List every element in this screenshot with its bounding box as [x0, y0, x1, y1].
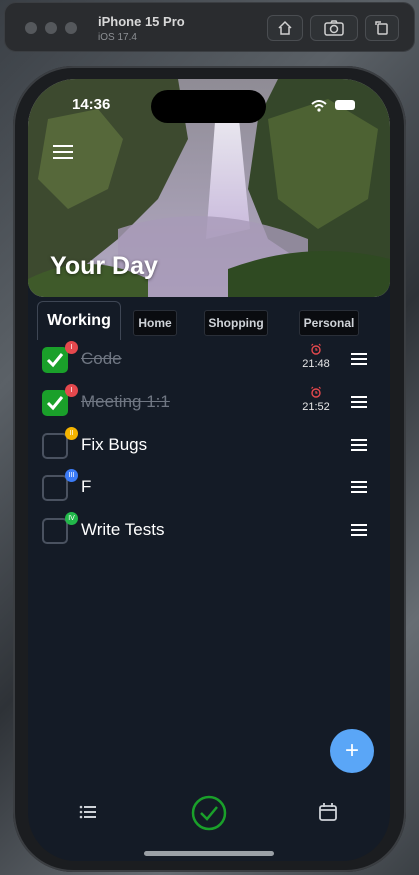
task-checkbox[interactable]	[42, 390, 68, 416]
drag-handle-icon[interactable]	[351, 481, 367, 496]
task-checkbox[interactable]	[42, 433, 68, 459]
drag-handle-icon[interactable]	[351, 353, 367, 368]
priority-badge: I	[65, 341, 78, 354]
priority-badge: III	[65, 469, 78, 482]
minimize-window-dot[interactable]	[45, 22, 57, 34]
os-version: iOS 17.4	[98, 32, 137, 43]
tab-shopping[interactable]: Shopping	[204, 310, 268, 336]
drag-handle-icon[interactable]	[351, 524, 367, 539]
wifi-icon	[311, 100, 327, 112]
task-checkbox[interactable]	[42, 518, 68, 544]
alarm-time: 21:52	[302, 401, 330, 413]
task-alarm[interactable]: 21:52	[299, 386, 333, 413]
calendar-icon[interactable]	[318, 802, 338, 822]
task-row[interactable]: I Meeting 1:1 21:52	[28, 384, 390, 426]
rotate-button[interactable]	[365, 15, 399, 41]
priority-badge: I	[65, 384, 78, 397]
drag-handle-icon[interactable]	[351, 396, 367, 411]
task-checkbox[interactable]	[42, 475, 68, 501]
checkmark-circle-icon[interactable]	[191, 795, 227, 831]
hero-image: 14:36 Your Day	[28, 79, 390, 297]
hamburger-menu-button[interactable]	[53, 145, 73, 159]
device-name: iPhone 15 Pro	[98, 14, 185, 29]
checkmark-icon	[46, 396, 64, 411]
task-alarm[interactable]: 21:48	[299, 343, 333, 370]
list-icon[interactable]	[79, 805, 97, 819]
tab-personal[interactable]: Personal	[299, 310, 359, 336]
home-indicator	[144, 851, 274, 856]
status-time: 14:36	[72, 96, 111, 113]
app-screen: 14:36 Your Day Working Home Shopping Per…	[28, 79, 390, 861]
camera-icon	[324, 20, 344, 36]
tab-home[interactable]: Home	[133, 310, 177, 336]
checkmark-icon	[46, 353, 64, 368]
priority-badge: IV	[65, 512, 78, 525]
task-title[interactable]: Code	[81, 349, 122, 369]
priority-badge: II	[65, 427, 78, 440]
rotate-icon	[375, 21, 388, 35]
screenshot-button[interactable]	[310, 15, 358, 41]
alarm-clock-icon	[311, 386, 321, 398]
battery-icon	[335, 100, 355, 110]
alarm-clock-icon	[311, 343, 321, 355]
task-title[interactable]: Fix Bugs	[81, 435, 147, 455]
simulator-toolbar: iPhone 15 Pro iOS 17.4	[4, 2, 415, 52]
task-row[interactable]: I Code 21:48	[28, 341, 390, 383]
task-row[interactable]: II Fix Bugs	[28, 427, 390, 469]
tab-working[interactable]: Working	[37, 301, 121, 340]
zoom-window-dot[interactable]	[65, 22, 77, 34]
close-window-dot[interactable]	[25, 22, 37, 34]
alarm-time: 21:48	[302, 358, 330, 370]
task-title[interactable]: Meeting 1:1	[81, 392, 170, 412]
drag-handle-icon[interactable]	[351, 439, 367, 454]
add-task-button[interactable]: +	[330, 729, 374, 773]
page-title: Your Day	[50, 252, 158, 280]
task-row[interactable]: IV Write Tests	[28, 512, 390, 554]
task-title[interactable]: F	[81, 477, 91, 497]
task-row[interactable]: III F	[28, 469, 390, 511]
task-checkbox[interactable]	[42, 347, 68, 373]
dynamic-island	[151, 90, 266, 123]
home-icon	[278, 20, 292, 35]
task-title[interactable]: Write Tests	[81, 520, 164, 540]
home-button[interactable]	[267, 15, 303, 41]
category-tabs: Working Home Shopping Personal	[28, 301, 390, 341]
